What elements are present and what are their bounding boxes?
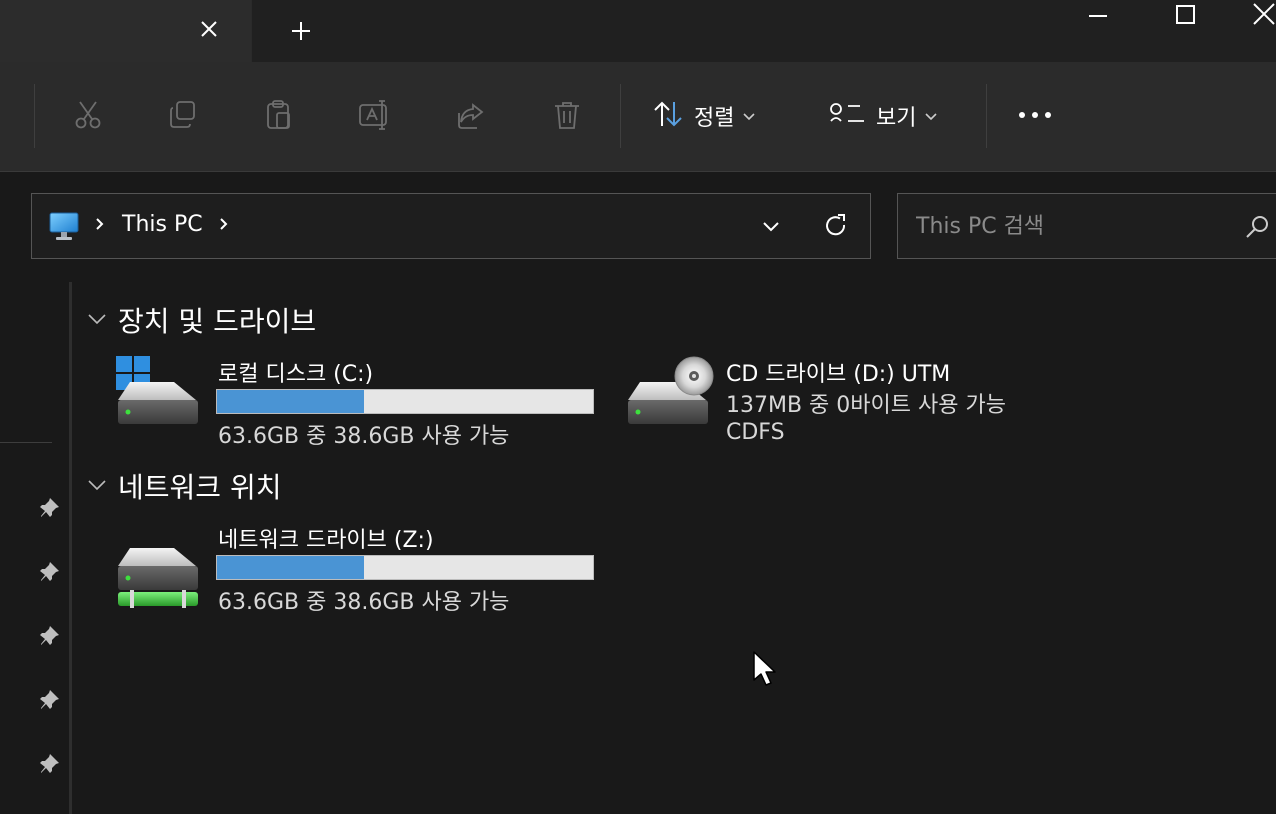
this-pc-icon bbox=[48, 210, 80, 246]
storage-usage-bar bbox=[216, 555, 594, 580]
sort-label: 정렬 bbox=[694, 106, 735, 131]
group-title: 장치 및 드라이브 bbox=[118, 305, 317, 338]
copy-icon[interactable] bbox=[160, 92, 206, 138]
toolbar-divider bbox=[620, 84, 621, 148]
drive-usage-text: 63.6GB 중 38.6GB 사용 가능 bbox=[218, 424, 510, 449]
maximize-icon[interactable] bbox=[1166, 0, 1206, 30]
group-header-network[interactable]: 네트워크 위치 bbox=[86, 466, 281, 506]
search-input[interactable] bbox=[898, 194, 1238, 258]
drive-filesystem: CDFS bbox=[726, 420, 785, 445]
drive-name: CD 드라이브 (D:) UTM bbox=[726, 362, 951, 387]
pin-icon[interactable] bbox=[38, 624, 62, 648]
group-header-devices[interactable]: 장치 및 드라이브 bbox=[86, 300, 316, 340]
pin-icon[interactable] bbox=[38, 560, 62, 584]
delete-icon[interactable] bbox=[544, 92, 590, 138]
more-options-icon[interactable] bbox=[1012, 92, 1058, 138]
rename-icon[interactable] bbox=[352, 92, 398, 138]
address-bar[interactable]: This PC bbox=[31, 193, 871, 259]
pin-icon[interactable] bbox=[38, 496, 62, 520]
breadcrumb-chevron-icon[interactable] bbox=[218, 214, 230, 238]
view-icon bbox=[828, 101, 868, 131]
navigation-pane bbox=[0, 282, 72, 814]
toolbar-divider bbox=[986, 84, 987, 148]
storage-usage-bar-fill bbox=[217, 556, 364, 579]
chevron-down-icon bbox=[86, 477, 108, 496]
mouse-cursor-icon bbox=[752, 650, 778, 692]
view-button[interactable]: 보기 bbox=[828, 96, 938, 136]
drive-usage-text: 63.6GB 중 38.6GB 사용 가능 bbox=[218, 590, 510, 615]
storage-usage-bar bbox=[216, 389, 594, 414]
toolbar-divider bbox=[34, 84, 35, 148]
search-box[interactable] bbox=[897, 193, 1276, 259]
search-icon[interactable] bbox=[1244, 214, 1270, 244]
paste-icon[interactable] bbox=[256, 92, 302, 138]
command-bar: 정렬 보기 bbox=[0, 62, 1276, 172]
cut-icon[interactable] bbox=[65, 92, 111, 138]
hard-drive-icon bbox=[116, 380, 202, 432]
nav-divider bbox=[0, 442, 52, 443]
network-drive-icon bbox=[116, 546, 202, 614]
drive-usage-text: 137MB 중 0바이트 사용 가능 bbox=[726, 393, 1006, 418]
drive-name: 로컬 디스크 (C:) bbox=[218, 362, 374, 387]
title-bar bbox=[0, 0, 1276, 62]
plus-icon[interactable] bbox=[284, 14, 318, 48]
view-label: 보기 bbox=[876, 106, 917, 131]
tab-this-pc[interactable] bbox=[0, 0, 252, 62]
sort-icon bbox=[652, 99, 686, 133]
pin-icon[interactable] bbox=[38, 688, 62, 712]
pin-icon[interactable] bbox=[38, 752, 62, 776]
cd-drive-icon bbox=[626, 356, 716, 432]
group-title: 네트워크 위치 bbox=[118, 471, 282, 504]
chevron-down-icon[interactable] bbox=[754, 210, 788, 244]
breadcrumb-this-pc[interactable]: This PC bbox=[122, 212, 203, 237]
refresh-icon[interactable] bbox=[818, 208, 854, 244]
close-icon[interactable] bbox=[192, 12, 226, 46]
minimize-icon[interactable] bbox=[1078, 0, 1118, 30]
window-close-icon[interactable] bbox=[1250, 0, 1276, 30]
drive-item-d[interactable]: CD 드라이브 (D:) UTM 137MB 중 0바이트 사용 가능 CDFS bbox=[620, 356, 1060, 448]
chevron-down-icon bbox=[86, 311, 108, 330]
chevron-down-icon bbox=[924, 107, 938, 126]
drive-name: 네트워크 드라이브 (Z:) bbox=[218, 528, 434, 553]
drive-item-z[interactable]: 네트워크 드라이브 (Z:) 63.6GB 중 38.6GB 사용 가능 bbox=[110, 522, 610, 615]
breadcrumb-chevron-icon[interactable] bbox=[94, 214, 106, 238]
sort-button[interactable]: 정렬 bbox=[652, 96, 756, 136]
storage-usage-bar-fill bbox=[217, 390, 364, 413]
drive-item-c[interactable]: 로컬 디스크 (C:) 63.6GB 중 38.6GB 사용 가능 bbox=[110, 356, 610, 449]
share-icon[interactable] bbox=[448, 92, 494, 138]
chevron-down-icon bbox=[742, 107, 756, 126]
